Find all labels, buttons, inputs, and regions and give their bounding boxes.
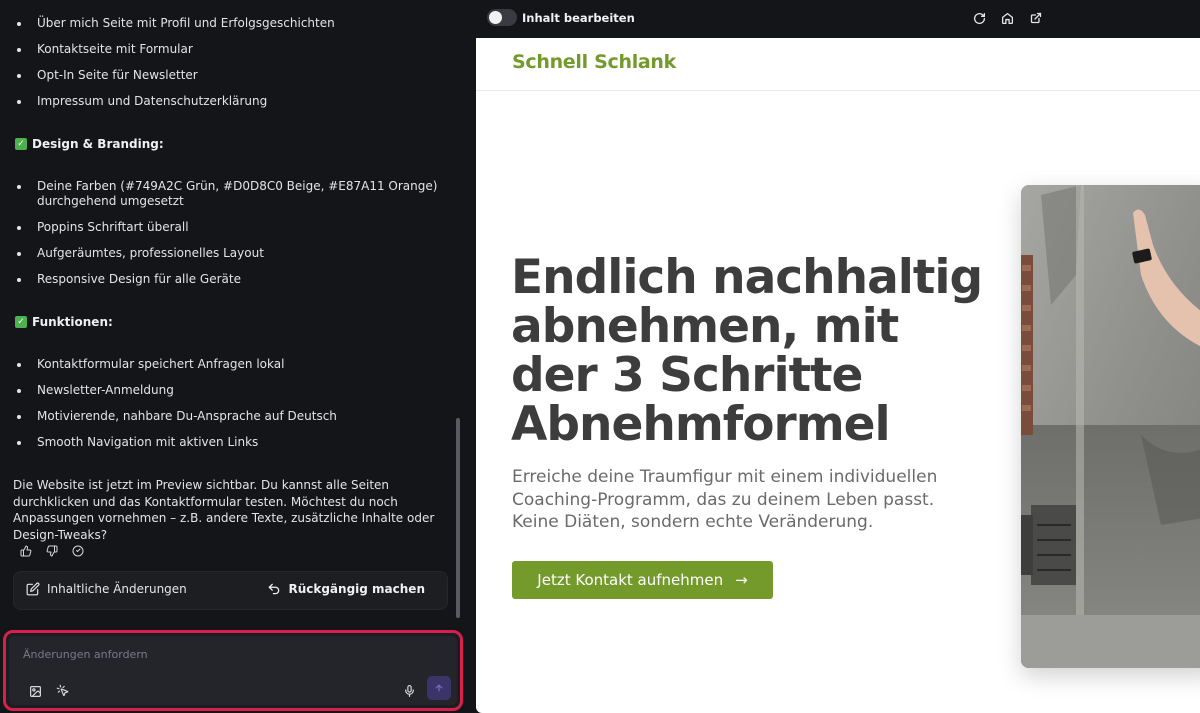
open-external-icon[interactable] bbox=[1028, 10, 1044, 26]
list-item: Impressum und Datenschutzerklärung bbox=[17, 94, 451, 109]
hero-title: Endlich nachhaltig abnehmen, mit der 3 S… bbox=[511, 250, 983, 452]
composer bbox=[9, 636, 457, 705]
list-item: Über mich Seite mit Profil und Erfolgsge… bbox=[17, 16, 451, 31]
arrow-right-icon: → bbox=[735, 571, 748, 589]
website-preview: Schnell Schlank Endlich nachhaltig abneh… bbox=[476, 38, 1200, 713]
chat-messages: Über mich Seite mit Profil und Erfolgsge… bbox=[0, 0, 452, 625]
edit-content-label: Inhaltliche Änderungen bbox=[47, 582, 187, 596]
send-button[interactable] bbox=[427, 676, 451, 700]
list-item: Kontaktseite mit Formular bbox=[17, 42, 451, 57]
toggle-knob bbox=[489, 11, 502, 24]
checkmark-icon: ✓ bbox=[15, 138, 27, 150]
hero-image bbox=[1021, 185, 1200, 668]
contact-cta-button[interactable]: Jetzt Kontakt aufnehmen → bbox=[512, 561, 773, 599]
edit-icon bbox=[26, 582, 40, 596]
section-heading-functions: ✓ Funktionen: bbox=[15, 315, 113, 329]
cta-label: Jetzt Kontakt aufnehmen bbox=[537, 571, 724, 589]
refresh-icon[interactable] bbox=[971, 10, 987, 26]
home-icon[interactable] bbox=[999, 10, 1015, 26]
composer-highlight bbox=[3, 630, 463, 711]
arrow-up-icon bbox=[435, 684, 443, 692]
edit-content-button[interactable]: Inhaltliche Änderungen bbox=[26, 582, 187, 596]
undo-label: Rückgängig machen bbox=[288, 582, 425, 596]
list-item: Aufgeräumtes, professionelles Layout bbox=[17, 246, 451, 261]
preview-toolbar: Inhalt bearbeiten bbox=[476, 0, 1200, 37]
assistant-summary: Die Website ist jetzt im Preview sichtba… bbox=[13, 478, 435, 542]
list-item: Responsive Design für alle Geräte bbox=[17, 272, 451, 287]
list-item: Motivierende, nahbare Du-Ansprache auf D… bbox=[17, 409, 451, 424]
chat-panel: Über mich Seite mit Profil und Erfolgsge… bbox=[0, 0, 468, 713]
list-item: Newsletter-Anmeldung bbox=[17, 383, 451, 398]
checkmark-icon: ✓ bbox=[15, 316, 27, 328]
list-item: Deine Farben (#749A2C Grün, #D0D8C0 Beig… bbox=[17, 179, 451, 209]
element-select-icon[interactable] bbox=[56, 683, 70, 702]
thumbs-down-icon[interactable] bbox=[44, 543, 60, 559]
site-header: Schnell Schlank bbox=[476, 38, 1200, 91]
thumbs-up-icon[interactable] bbox=[18, 543, 34, 559]
image-upload-icon[interactable] bbox=[29, 683, 42, 702]
chat-scrollbar-thumb[interactable] bbox=[456, 418, 460, 618]
site-logo[interactable]: Schnell Schlank bbox=[512, 51, 676, 73]
list-item: Kontaktformular speichert Anfragen lokal bbox=[17, 357, 451, 372]
hero-subtitle: Erreiche deine Traumfigur mit einem indi… bbox=[512, 467, 938, 532]
request-changes-input[interactable] bbox=[23, 648, 443, 661]
undo-icon bbox=[269, 583, 280, 595]
microphone-icon[interactable] bbox=[403, 683, 416, 702]
message-actions: Inhaltliche Änderungen Rückgängig machen bbox=[13, 571, 448, 610]
edit-content-toggle[interactable] bbox=[487, 9, 517, 26]
feedback-buttons bbox=[18, 543, 86, 559]
toggle-label: Inhalt bearbeiten bbox=[522, 11, 635, 25]
section-heading-design: ✓ Design & Branding: bbox=[15, 137, 164, 151]
list-item: Poppins Schriftart überall bbox=[17, 220, 451, 235]
undo-button[interactable]: Rückgängig machen bbox=[267, 582, 425, 596]
list-item: Smooth Navigation mit aktiven Links bbox=[17, 435, 451, 450]
list-item: Opt-In Seite für Newsletter bbox=[17, 68, 451, 83]
gauge-icon[interactable] bbox=[70, 543, 86, 559]
